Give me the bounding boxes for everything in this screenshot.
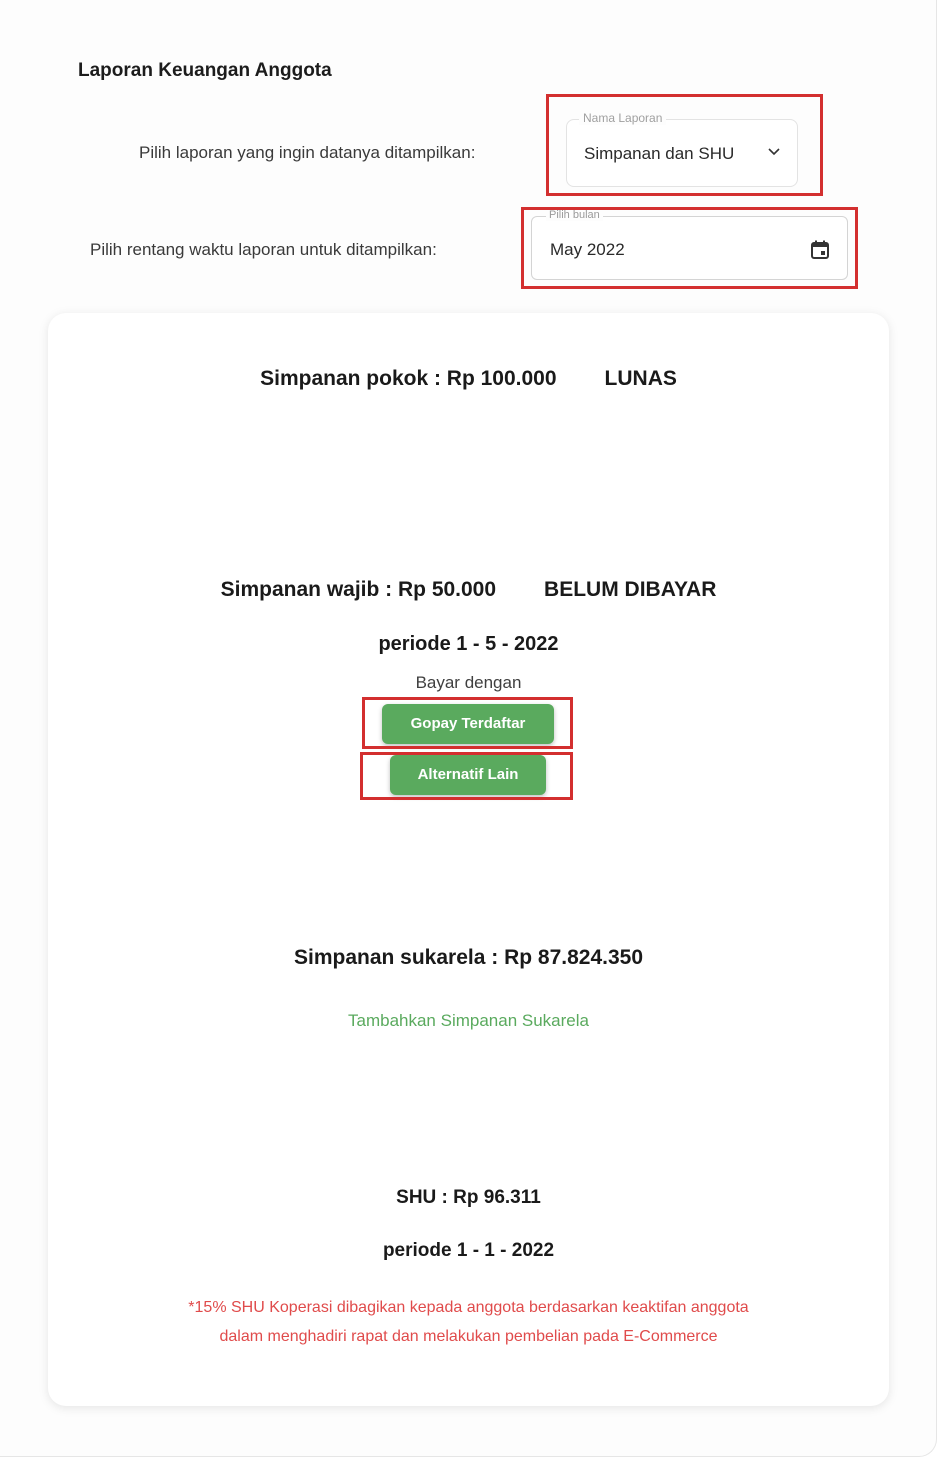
shu-note-line-1: *15% SHU Koperasi dibagikan kepada anggo… [188, 1299, 749, 1316]
simpanan-pokok-amount: Simpanan pokok : Rp 100.000 [260, 367, 557, 390]
simpanan-wajib-amount: Simpanan wajib : Rp 50.000 [220, 578, 497, 601]
shu-note: *15% SHU Koperasi dibagikan kepada anggo… [88, 1293, 849, 1351]
page-title: Laporan Keuangan Anggota [78, 60, 332, 81]
month-picker-label: Pilih rentang waktu laporan untuk ditamp… [90, 240, 437, 259]
simpanan-pokok-row: Simpanan pokok : Rp 100.000 LUNAS [48, 367, 889, 391]
shu-period: periode 1 - 1 - 2022 [382, 1240, 555, 1261]
simpanan-wajib-status: BELUM DIBAYAR [544, 578, 717, 601]
simpanan-wajib-row: Simpanan wajib : Rp 50.000 BELUM DIBAYAR [48, 578, 889, 602]
add-simpanan-sukarela-link[interactable]: Tambahkan Simpanan Sukarela [48, 1011, 889, 1031]
report-select-label: Pilih laporan yang ingin datanya ditampi… [139, 143, 476, 162]
page-container: Laporan Keuangan Anggota Pilih laporan y… [0, 0, 937, 1457]
report-select-highlight [546, 94, 823, 196]
simpanan-wajib-period: periode 1 - 5 - 2022 [378, 633, 559, 655]
pay-alternative-highlight [360, 752, 573, 800]
shu-note-line-2: dalam menghadiri rapat dan melakukan pem… [219, 1328, 718, 1345]
pay-gopay-highlight [362, 697, 573, 749]
shu-amount: SHU : Rp 96.311 [396, 1187, 541, 1208]
simpanan-sukarela-amount: Simpanan sukarela : Rp 87.824.350 [293, 946, 643, 969]
pay-with-label: Bayar dengan [415, 673, 522, 692]
simpanan-pokok-status: LUNAS [604, 367, 677, 390]
report-card: Simpanan pokok : Rp 100.000 LUNAS Simpana… [48, 313, 889, 1406]
month-picker-highlight [521, 207, 858, 289]
